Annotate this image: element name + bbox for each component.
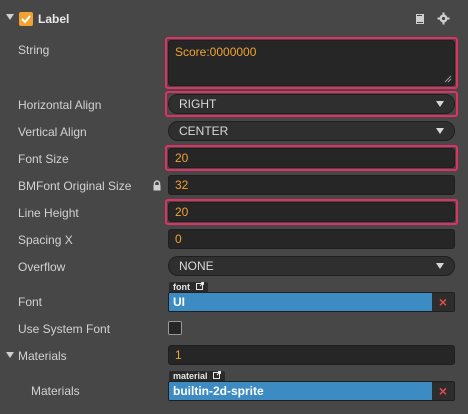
font-tag-label: font [173,282,190,292]
component-header: Label [0,6,468,32]
vertical-align-select[interactable]: CENTER [168,121,455,141]
lock-icon [152,180,162,194]
font-asset-field[interactable]: UI × [168,292,455,312]
spacing-x-input[interactable]: 0 [168,229,455,249]
overflow-value: NONE [179,259,214,273]
collapse-caret-icon[interactable] [6,14,14,20]
use-system-font-label: Use System Font [18,322,111,336]
dropdown-arrow-icon [436,263,444,269]
dropdown-arrow-icon [436,128,444,134]
bmfont-original-size-label: BMFont Original Size [18,179,132,193]
string-label: String [18,43,50,57]
book-icon[interactable] [414,13,426,28]
bmfont-original-size-input[interactable]: 32 [168,175,455,195]
line-height-label: Line Height [18,206,79,220]
vertical-align-label: Vertical Align [18,125,87,139]
line-height-highlight [165,199,458,225]
materials-count-input[interactable]: 1 [168,345,455,365]
enabled-checkbox[interactable] [19,12,33,26]
clear-icon[interactable]: × [432,293,454,311]
material-asset-field[interactable]: builtin-2d-sprite × [168,381,455,401]
material-item-label: Materials [31,384,80,398]
spacing-x-label: Spacing X [18,233,73,247]
material-tag-label: material [173,371,208,381]
material-asset-value: builtin-2d-sprite [173,384,264,398]
use-system-font-checkbox[interactable] [168,321,182,335]
vertical-align-value: CENTER [179,124,229,138]
font-label: Font [18,295,43,309]
gear-icon[interactable] [437,12,450,28]
checkmark-icon [21,15,31,24]
horizontal-align-highlight [165,91,458,117]
overflow-select[interactable]: NONE [168,256,455,276]
clear-icon[interactable]: × [432,382,454,400]
string-highlight [165,37,458,89]
label-component-panel: Label String Score:0000000 Horizontal Al… [0,0,468,414]
materials-section-label: Materials [18,349,67,363]
font-asset-value: UI [173,295,185,309]
font-size-highlight [165,145,458,171]
materials-caret-icon[interactable] [6,352,14,358]
font-size-label: Font Size [18,152,69,166]
horizontal-align-label: Horizontal Align [18,98,102,112]
component-title: Label [38,12,70,26]
overflow-label: Overflow [18,260,66,274]
